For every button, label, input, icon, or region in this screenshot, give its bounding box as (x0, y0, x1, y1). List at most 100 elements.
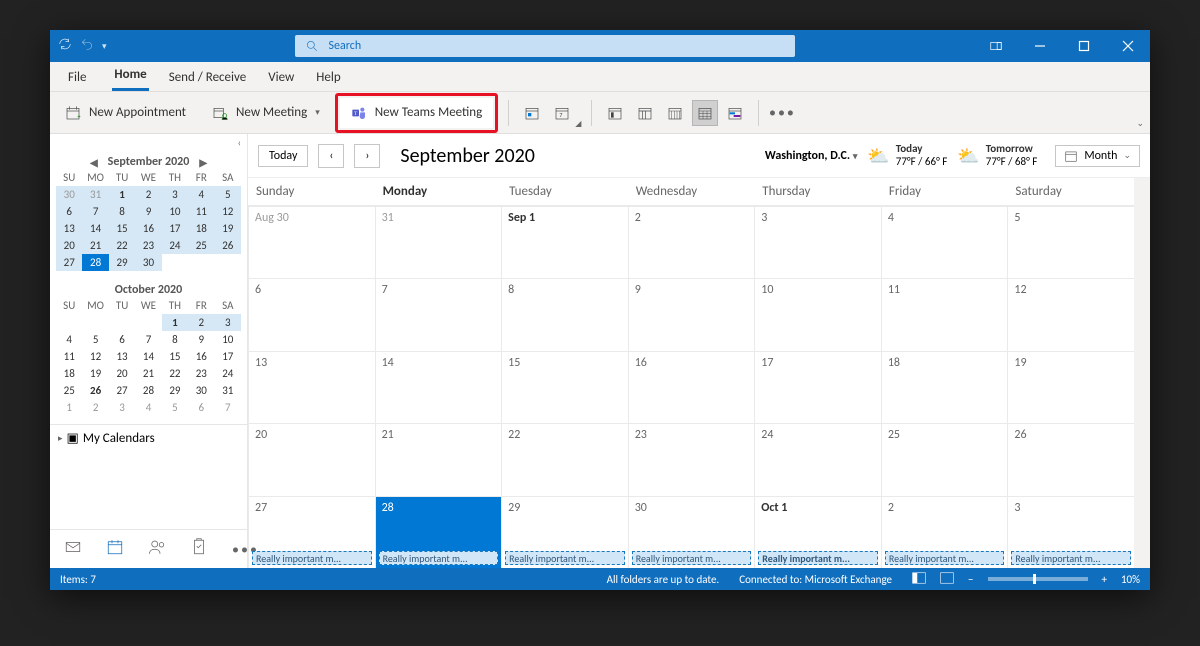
minical-day[interactable]: 30 (56, 186, 82, 203)
sync-icon[interactable] (58, 37, 72, 55)
minical-day[interactable]: 28 (135, 382, 161, 399)
calendar-event[interactable]: Really important m... (1011, 551, 1131, 565)
minical-prev-icon[interactable]: ◀ (86, 156, 102, 169)
calendar-icon[interactable] (106, 538, 124, 560)
new-appointment-button[interactable]: New Appointment (54, 98, 197, 128)
minical-day[interactable]: 4 (135, 399, 161, 416)
calendar-cell[interactable]: 18 (881, 351, 1008, 423)
next-period-button[interactable]: › (354, 144, 380, 168)
new-teams-meeting-button[interactable]: T New Teams Meeting (340, 98, 494, 128)
minical-day[interactable]: 5 (215, 186, 241, 203)
minical-day[interactable]: 2 (135, 186, 161, 203)
calendar-cell[interactable]: 2 (628, 206, 755, 278)
minical-day[interactable]: 10 (215, 331, 241, 348)
minical-day[interactable]: 12 (215, 203, 241, 220)
calendar-event[interactable]: Really important m... (885, 551, 1005, 565)
minical-day[interactable]: 31 (215, 382, 241, 399)
tab-home[interactable]: Home (112, 63, 148, 91)
minical-day[interactable]: 4 (188, 186, 214, 203)
minical-day[interactable]: 7 (82, 203, 108, 220)
minical-day[interactable]: 13 (109, 348, 135, 365)
next7days-button[interactable]: 7 (549, 100, 575, 126)
calendar-cell[interactable]: 25 (881, 423, 1008, 495)
minical-day[interactable]: 2 (188, 314, 214, 331)
minical-day[interactable]: 24 (162, 237, 188, 254)
prev-period-button[interactable]: ‹ (318, 144, 344, 168)
calendar-cell[interactable]: 4 (881, 206, 1008, 278)
minical-day[interactable]: 31 (82, 186, 108, 203)
minical-day[interactable]: 10 (162, 203, 188, 220)
minical-day[interactable] (56, 314, 82, 331)
minical-day[interactable]: 14 (135, 348, 161, 365)
minical-day[interactable]: 6 (188, 399, 214, 416)
minical-day[interactable]: 8 (109, 203, 135, 220)
minical-day[interactable]: 19 (82, 365, 108, 382)
calendar-cell[interactable]: 8 (501, 278, 628, 350)
minical-day[interactable]: 23 (135, 237, 161, 254)
minical-day[interactable]: 7 (215, 399, 241, 416)
minical-day[interactable]: 28 (82, 254, 108, 271)
calendar-cell[interactable]: 13 (248, 351, 375, 423)
calendar-cell[interactable]: 6 (248, 278, 375, 350)
minical-day[interactable]: 6 (109, 331, 135, 348)
zoom-slider[interactable] (988, 577, 1088, 581)
zoom-in-icon[interactable]: + (1102, 573, 1107, 586)
minical-next-icon[interactable]: ▶ (195, 156, 211, 169)
minical-day[interactable]: 4 (56, 331, 82, 348)
view-normal-icon[interactable] (912, 572, 926, 587)
minical-day[interactable] (162, 254, 188, 271)
minical-day[interactable]: 9 (135, 203, 161, 220)
minical-day[interactable]: 1 (56, 399, 82, 416)
minical-day[interactable]: 16 (135, 220, 161, 237)
new-meeting-button[interactable]: New Meeting ▾ (201, 98, 331, 128)
minical-day[interactable] (135, 314, 161, 331)
minical-day[interactable]: 17 (162, 220, 188, 237)
minical-day[interactable]: 9 (188, 331, 214, 348)
calendar-cell[interactable]: 14 (375, 351, 502, 423)
workweek-view-button[interactable] (632, 100, 658, 126)
calendar-cell[interactable]: Sep 1 (501, 206, 628, 278)
view-selector[interactable]: Month⌄ (1055, 145, 1140, 167)
tasks-icon[interactable] (190, 538, 208, 560)
minical-day[interactable]: 22 (109, 237, 135, 254)
tab-view[interactable]: View (266, 66, 296, 91)
minical-day[interactable]: 12 (82, 348, 108, 365)
day-view-button[interactable] (602, 100, 628, 126)
calendar-cell[interactable]: Oct 1Really important m... (754, 496, 881, 568)
minical-day[interactable]: 30 (188, 382, 214, 399)
minical-day[interactable]: 25 (56, 382, 82, 399)
calendar-cell[interactable]: 22 (501, 423, 628, 495)
minical-day[interactable]: 20 (109, 365, 135, 382)
minical-day[interactable]: 21 (135, 365, 161, 382)
month-view-button[interactable] (692, 100, 718, 126)
maximize-button[interactable] (1062, 30, 1106, 62)
minical-day[interactable]: 14 (82, 220, 108, 237)
minical-day[interactable]: 7 (135, 331, 161, 348)
calendar-grid[interactable]: SundayMondayTuesdayWednesdayThursdayFrid… (248, 178, 1150, 568)
tab-file[interactable]: File (60, 66, 94, 91)
tab-send-receive[interactable]: Send / Receive (167, 66, 248, 91)
people-icon[interactable] (148, 538, 166, 560)
minical-day[interactable]: 13 (56, 220, 82, 237)
tab-help[interactable]: Help (314, 66, 342, 91)
calendar-cell[interactable]: 15 (501, 351, 628, 423)
my-calendars-row[interactable]: ▸ ▣ My Calendars (50, 424, 247, 452)
calendar-cell[interactable]: 19 (1007, 351, 1134, 423)
minical-day[interactable]: 11 (56, 348, 82, 365)
minical-day[interactable]: 19 (215, 220, 241, 237)
minical-day[interactable]: 16 (188, 348, 214, 365)
calendar-event[interactable]: Really important m... (758, 551, 878, 565)
minical-day[interactable]: 30 (135, 254, 161, 271)
dialog-launcher-icon[interactable]: ◢ (575, 119, 581, 129)
minimize-button[interactable] (1018, 30, 1062, 62)
minical-day[interactable]: 26 (215, 237, 241, 254)
calendar-cell[interactable]: 3Really important m... (1007, 496, 1134, 568)
minical-day[interactable]: 23 (188, 365, 214, 382)
minical-day[interactable] (188, 254, 214, 271)
minical-day[interactable]: 8 (162, 331, 188, 348)
calendar-event[interactable]: Really important m... (632, 551, 752, 565)
calendar-cell[interactable]: 10 (754, 278, 881, 350)
calendar-cell[interactable]: 3 (754, 206, 881, 278)
calendar-cell[interactable]: 5 (1007, 206, 1134, 278)
minical-day[interactable]: 3 (109, 399, 135, 416)
